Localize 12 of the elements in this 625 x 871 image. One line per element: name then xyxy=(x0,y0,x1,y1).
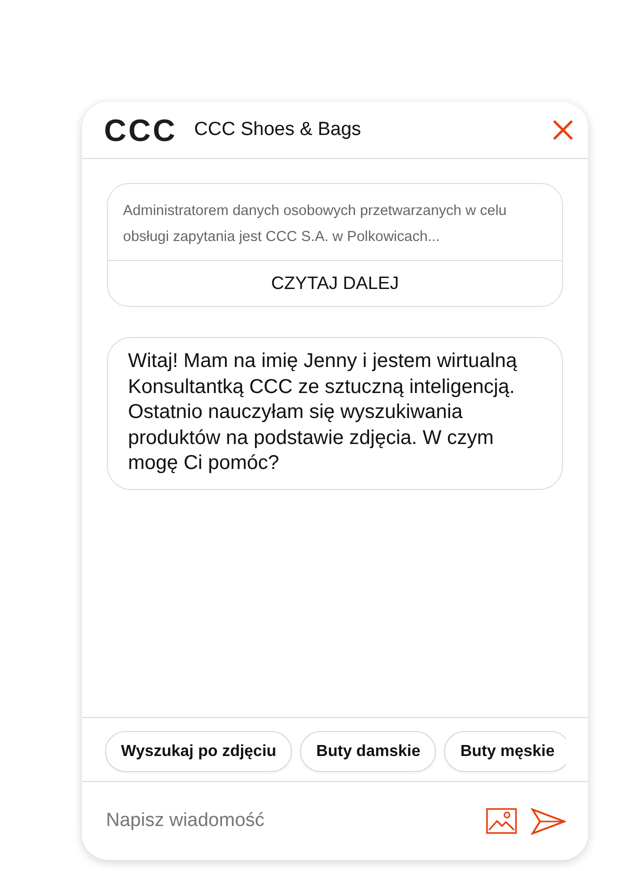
quick-reply-chip[interactable]: Buty damskie xyxy=(300,731,436,772)
bot-message: Witaj! Mam na imię Jenny i jestem wirtualną Konsultantką CCC ze sztuczną inteligencją. Ostatnio nauczyłam się wyszukiwania produktów na podstawie zdjęcia. W czym mogę Ci pomóc? xyxy=(107,337,563,490)
logo: CCC xyxy=(104,114,178,146)
quick-reply-chip[interactable]: Wyszukaj po zdjęciu xyxy=(105,731,292,772)
read-more-button[interactable]: CZYTAJ DALEJ xyxy=(108,261,562,306)
privacy-notice-text: Administratorem danych osobowych przetwarzanych w celu obsługi zapytania jest CCC S.A. w Polkowicach... xyxy=(108,184,562,261)
message-input[interactable]: Napisz wiadomość xyxy=(106,810,472,832)
chat-title: CCC Shoes & Bags xyxy=(194,119,362,141)
image-icon[interactable] xyxy=(486,808,517,834)
close-icon[interactable] xyxy=(553,120,573,140)
send-icon[interactable] xyxy=(531,808,566,834)
quick-reply-chip[interactable]: Buty męskie xyxy=(444,731,566,772)
